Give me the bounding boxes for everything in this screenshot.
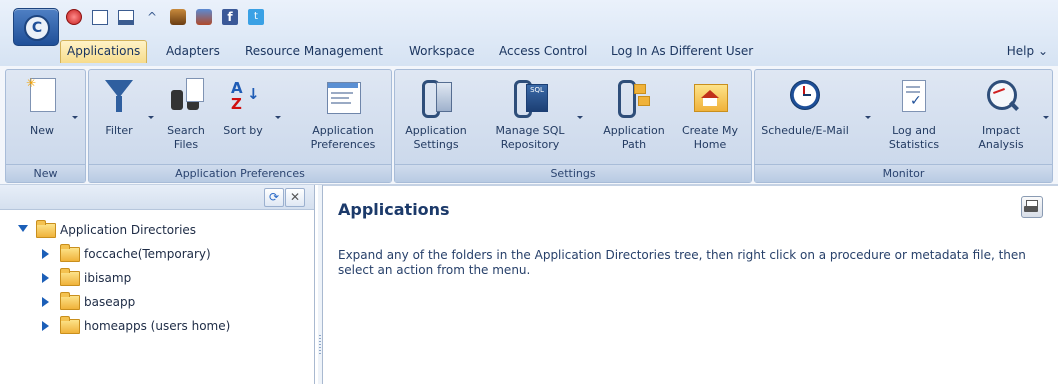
application-directories-panel: ⟳ ✕ Application Directories foccache(Tem…: [0, 185, 315, 384]
chevron-down-icon[interactable]: [577, 116, 583, 119]
menu-bar: Applications Adapters Resource Managemen…: [60, 40, 1058, 63]
new-button[interactable]: ✳ New: [12, 76, 78, 138]
ribbon-group-application-preferences: Filter Search Files A Z ↓ Sort by Applic…: [88, 69, 392, 183]
application-settings-label: Application Settings: [405, 124, 467, 151]
application-preferences-label: Application Preferences: [310, 124, 376, 151]
filter-icon: [101, 78, 137, 118]
filter-label: Filter: [105, 124, 133, 137]
panel-toolbar: ⟳ ✕: [0, 185, 314, 210]
print-icon[interactable]: [1021, 196, 1043, 218]
sql-user-icon[interactable]: [170, 9, 186, 25]
chevron-down-icon[interactable]: [148, 116, 154, 119]
log-icon: ✓: [896, 78, 932, 118]
impact-analysis-button[interactable]: Impact Analysis: [961, 78, 1049, 152]
path-icon: [616, 78, 652, 118]
close-red-icon[interactable]: [66, 9, 82, 25]
tree-node-root[interactable]: Application Directories: [18, 220, 196, 245]
impact-analysis-label: Impact Analysis: [978, 124, 1024, 151]
sql-repository-icon: SQL: [512, 78, 548, 118]
expand-right-icon[interactable]: [42, 321, 49, 331]
tree-node-label: baseapp: [84, 295, 136, 309]
menu-applications[interactable]: Applications: [60, 40, 148, 63]
chevron-up-icon[interactable]: ^: [144, 9, 160, 25]
new-document-icon: ✳: [24, 76, 60, 118]
facebook-icon[interactable]: f: [222, 9, 238, 25]
ribbon: ✳ New New Filter Search Files A Z ↓ Sort…: [0, 66, 1058, 185]
expand-right-icon[interactable]: [42, 273, 49, 283]
title-bar: C ^ f t Applications Adapters Resource M…: [0, 0, 1058, 67]
splitter-grip[interactable]: [319, 335, 321, 355]
schedule-email-button[interactable]: Schedule/E-Mail: [757, 78, 871, 138]
log-and-statistics-button[interactable]: ✓ Log and Statistics: [877, 78, 951, 152]
chevron-down-icon[interactable]: [1043, 116, 1049, 119]
tree-node-label: foccache(Temporary): [84, 247, 211, 261]
chevron-down-icon[interactable]: [865, 116, 871, 119]
folder-icon: [60, 316, 80, 334]
search-files-button[interactable]: Search Files: [161, 78, 211, 152]
expand-down-icon[interactable]: [18, 225, 28, 232]
manage-sql-repository-label: Manage SQL Repository: [495, 124, 565, 151]
folder-icon: [60, 244, 80, 262]
ribbon-group-label: New: [6, 164, 85, 182]
settings-icon: [418, 78, 454, 118]
home-icon: [692, 78, 728, 118]
expand-right-icon[interactable]: [42, 297, 49, 307]
binoculars-icon: [168, 78, 204, 118]
menu-access-control[interactable]: Access Control: [493, 40, 593, 62]
users-icon[interactable]: [196, 9, 212, 25]
create-my-home-button[interactable]: Create My Home: [675, 78, 745, 152]
manage-sql-repository-button[interactable]: SQL Manage SQL Repository: [487, 78, 583, 152]
new-button-label: New: [30, 124, 54, 137]
magnifier-chart-icon: [983, 78, 1019, 118]
menu-log-in-as-different-user[interactable]: Log In As Different User: [605, 40, 759, 62]
page-title: Applications: [338, 200, 450, 219]
application-settings-button[interactable]: Application Settings: [397, 78, 475, 152]
application-preferences-button[interactable]: Application Preferences: [303, 78, 383, 152]
tree-node-label: homeapps (users home): [84, 319, 231, 333]
app-logo-icon: C: [24, 15, 50, 41]
main-content: Applications Expand any of the folders i…: [323, 185, 1058, 385]
clock-icon: [787, 78, 823, 118]
chevron-down-icon[interactable]: [275, 116, 281, 119]
tree-node-label: Application Directories: [60, 223, 197, 237]
instruction-text: Expand any of the folders in the Applica…: [338, 248, 1026, 277]
folder-open-icon: [36, 220, 56, 238]
create-my-home-label: Create My Home: [681, 124, 739, 151]
quick-access-toolbar: ^ f t: [66, 6, 274, 28]
sort-by-label: Sort by: [223, 124, 263, 137]
schedule-email-label: Schedule/E-Mail: [761, 124, 849, 137]
menu-workspace[interactable]: Workspace: [403, 40, 481, 62]
close-icon[interactable]: ✕: [285, 188, 305, 207]
refresh-icon[interactable]: ⟳: [264, 188, 284, 207]
chevron-down-icon[interactable]: [72, 116, 78, 119]
twitter-icon[interactable]: t: [248, 9, 264, 25]
application-menu-button[interactable]: C: [13, 8, 59, 46]
ribbon-group-new: ✳ New New: [5, 69, 86, 183]
ribbon-group-label: Application Preferences: [89, 164, 391, 182]
ribbon-group-label: Settings: [395, 164, 751, 182]
expand-right-icon[interactable]: [42, 249, 49, 259]
menu-adapters[interactable]: Adapters: [160, 40, 226, 62]
preferences-window-icon: [325, 78, 361, 118]
folder-icon: [60, 268, 80, 286]
ribbon-group-monitor: Schedule/E-Mail ✓ Log and Statistics Imp…: [754, 69, 1053, 183]
search-files-label: Search Files: [167, 124, 205, 151]
ribbon-group-label: Monitor: [755, 164, 1052, 182]
sort-az-icon: A Z ↓: [231, 79, 260, 113]
ribbon-group-settings: Application Settings SQL Manage SQL Repo…: [394, 69, 752, 183]
application-directories-tree: Application Directories foccache(Tempora…: [18, 220, 230, 341]
minimize-window-icon[interactable]: [118, 9, 134, 25]
folder-icon: [60, 292, 80, 310]
sort-by-button[interactable]: A Z ↓ Sort by: [217, 78, 281, 138]
help-menu[interactable]: Help ⌄: [1007, 40, 1048, 62]
filter-button[interactable]: Filter: [94, 78, 154, 138]
application-path-button[interactable]: Application Path: [599, 78, 669, 152]
application-path-label: Application Path: [603, 124, 665, 151]
tree-node-label: ibisamp: [84, 271, 132, 285]
menu-resource-management[interactable]: Resource Management: [239, 40, 389, 62]
window-icon[interactable]: [92, 9, 108, 25]
log-and-statistics-label: Log and Statistics: [888, 124, 940, 151]
